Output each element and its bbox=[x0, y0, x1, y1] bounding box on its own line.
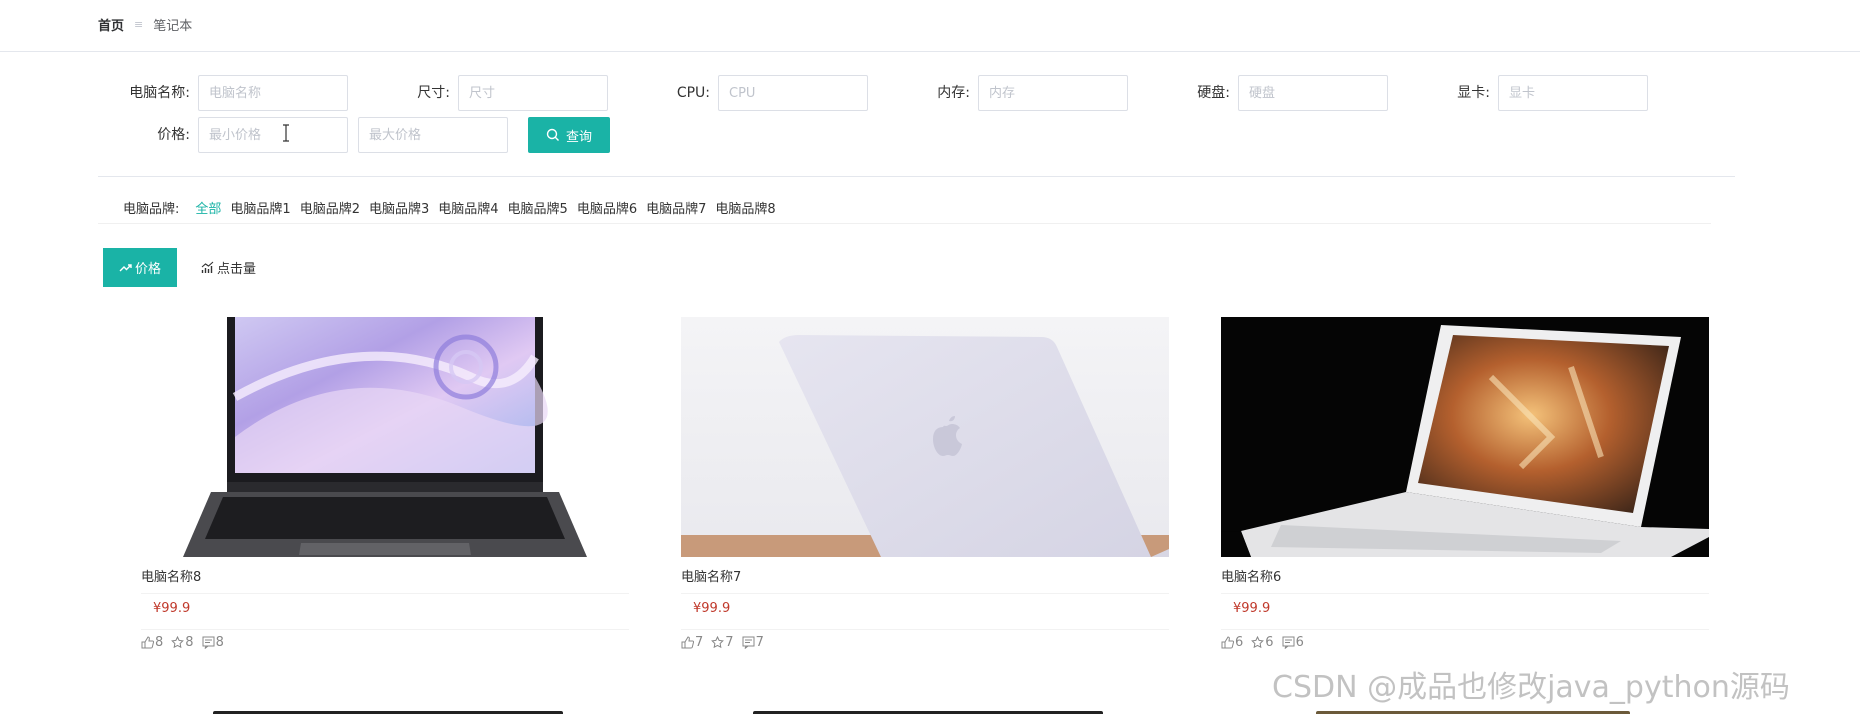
disk-input[interactable] bbox=[1238, 75, 1388, 111]
text-cursor-icon bbox=[283, 124, 289, 142]
product-name[interactable]: 电脑名称6 bbox=[1221, 566, 1281, 585]
cpu-input[interactable] bbox=[718, 75, 868, 111]
card-divider bbox=[1221, 629, 1709, 630]
search-button[interactable]: 查询 bbox=[528, 117, 610, 153]
brand-divider bbox=[98, 223, 1711, 224]
like-count: 7 bbox=[695, 635, 704, 650]
name-label: 电脑名称: bbox=[129, 85, 190, 101]
filter-divider bbox=[98, 176, 1735, 177]
brand-filter-label: 电脑品牌: bbox=[123, 201, 180, 217]
star-icon bbox=[1251, 636, 1265, 649]
comment-count: 8 bbox=[215, 635, 224, 650]
comment-icon bbox=[742, 636, 755, 649]
favorite-stat[interactable]: 6 bbox=[1251, 635, 1274, 650]
disk-label: 硬盘: bbox=[1197, 85, 1230, 101]
product-stats: 7 7 7 bbox=[681, 635, 772, 650]
comment-count: 7 bbox=[755, 635, 764, 650]
product-name[interactable]: 电脑名称8 bbox=[141, 566, 201, 585]
brand-item-all[interactable]: 全部 bbox=[195, 198, 221, 217]
thumbs-up-icon bbox=[141, 636, 154, 649]
product-image[interactable] bbox=[1221, 317, 1709, 557]
name-input[interactable] bbox=[198, 75, 348, 111]
size-label: 尺寸: bbox=[417, 85, 450, 101]
brand-item-4[interactable]: 电脑品牌4 bbox=[438, 198, 498, 217]
product-stats: 8 8 8 bbox=[141, 635, 232, 650]
comment-stat[interactable]: 8 bbox=[202, 635, 224, 650]
min-price-input[interactable] bbox=[198, 117, 348, 153]
card-divider bbox=[141, 593, 629, 594]
search-button-label: 查询 bbox=[565, 129, 592, 145]
brand-item-5[interactable]: 电脑品牌5 bbox=[508, 198, 568, 217]
product-name[interactable]: 电脑名称7 bbox=[681, 566, 741, 585]
star-icon bbox=[171, 636, 185, 649]
header-divider bbox=[0, 51, 1860, 52]
brand-item-6[interactable]: 电脑品牌6 bbox=[577, 198, 637, 217]
product-price: ¥99.9 bbox=[153, 601, 191, 616]
cpu-label: CPU: bbox=[676, 85, 710, 101]
gpu-input[interactable] bbox=[1498, 75, 1648, 111]
sort-by-price-button[interactable]: 价格 bbox=[103, 248, 177, 287]
trend-up-icon bbox=[119, 264, 132, 272]
like-stat[interactable]: 8 bbox=[141, 635, 163, 650]
comment-icon bbox=[1282, 636, 1295, 649]
product-card[interactable]: 电脑名称8 ¥99.9 8 8 8 bbox=[141, 317, 629, 657]
like-count: 6 bbox=[1235, 635, 1244, 650]
product-stats: 6 6 6 bbox=[1221, 635, 1312, 650]
sort-by-clicks-button[interactable]: 点击量 bbox=[201, 248, 256, 287]
favorite-stat[interactable]: 7 bbox=[711, 635, 734, 650]
brand-item-1[interactable]: 电脑品牌1 bbox=[230, 198, 290, 217]
size-input[interactable] bbox=[458, 75, 608, 111]
stats-chart-icon bbox=[201, 261, 214, 273]
max-price-input[interactable] bbox=[358, 117, 508, 153]
memory-label: 内存: bbox=[937, 85, 970, 101]
like-stat[interactable]: 7 bbox=[681, 635, 703, 650]
product-card[interactable]: 电脑名称7 ¥99.9 7 7 7 bbox=[681, 317, 1169, 657]
price-label: 价格: bbox=[157, 127, 190, 143]
brand-filter: 电脑品牌: 全部 电脑品牌1 电脑品牌2 电脑品牌3 电脑品牌4 电脑品牌5 电… bbox=[123, 196, 785, 218]
brand-item-7[interactable]: 电脑品牌7 bbox=[646, 198, 706, 217]
thumbs-up-icon bbox=[1221, 636, 1234, 649]
card-divider bbox=[681, 593, 1169, 594]
comment-stat[interactable]: 6 bbox=[1282, 635, 1304, 650]
like-stat[interactable]: 6 bbox=[1221, 635, 1243, 650]
favorite-count: 6 bbox=[1265, 635, 1274, 650]
breadcrumb-separator-icon: ≡ bbox=[134, 17, 144, 31]
search-icon bbox=[546, 128, 559, 141]
brand-item-2[interactable]: 电脑品牌2 bbox=[300, 198, 360, 217]
favorite-count: 8 bbox=[185, 635, 194, 650]
breadcrumb-home[interactable]: 首页 bbox=[98, 15, 124, 34]
product-price: ¥99.9 bbox=[693, 601, 731, 616]
comment-count: 6 bbox=[1295, 635, 1304, 650]
product-card[interactable]: 电脑名称6 ¥99.9 6 6 6 bbox=[1221, 317, 1709, 657]
thumbs-up-icon bbox=[681, 636, 694, 649]
star-icon bbox=[711, 636, 725, 649]
card-divider bbox=[1221, 593, 1709, 594]
product-image[interactable] bbox=[141, 317, 629, 557]
memory-input[interactable] bbox=[978, 75, 1128, 111]
favorite-stat[interactable]: 8 bbox=[171, 635, 194, 650]
sort-price-label: 价格 bbox=[134, 262, 161, 277]
comment-icon bbox=[202, 636, 215, 649]
like-count: 8 bbox=[155, 635, 164, 650]
sort-clicks-label: 点击量 bbox=[217, 262, 257, 277]
watermark: CSDN @成品也修改java_python源码 bbox=[1272, 670, 1790, 705]
card-divider bbox=[141, 629, 629, 630]
gpu-label: 显卡: bbox=[1457, 85, 1490, 101]
comment-stat[interactable]: 7 bbox=[742, 635, 764, 650]
breadcrumb: 首页 ≡ 笔记本 bbox=[98, 14, 192, 34]
card-divider bbox=[681, 629, 1169, 630]
brand-item-8[interactable]: 电脑品牌8 bbox=[715, 198, 775, 217]
favorite-count: 7 bbox=[725, 635, 734, 650]
brand-item-3[interactable]: 电脑品牌3 bbox=[369, 198, 429, 217]
product-price: ¥99.9 bbox=[1233, 601, 1271, 616]
product-image[interactable] bbox=[681, 317, 1169, 557]
breadcrumb-current: 笔记本 bbox=[153, 18, 193, 34]
